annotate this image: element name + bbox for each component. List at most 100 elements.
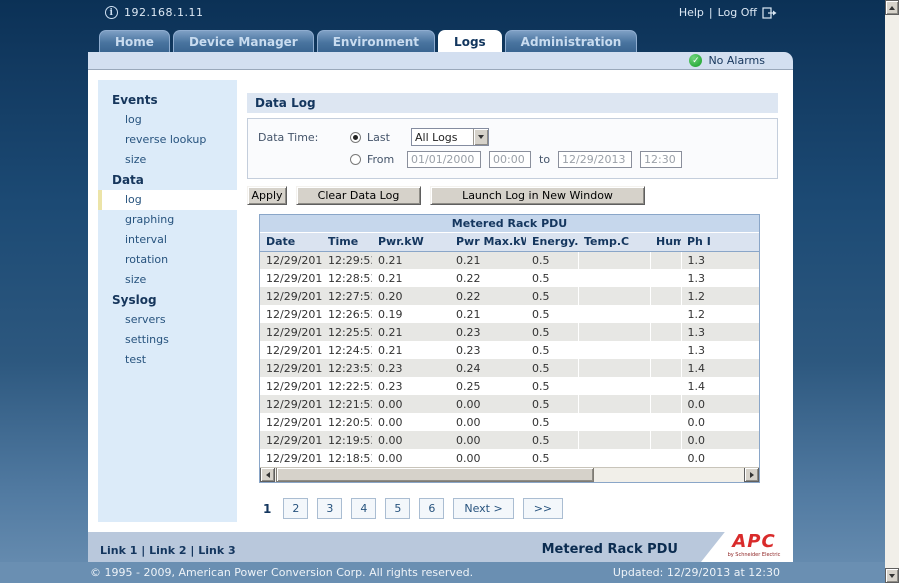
footer-link-1[interactable]: Link 1 — [100, 544, 137, 557]
nav-tab[interactable]: Logs — [438, 30, 502, 52]
nav-tab[interactable]: Administration — [505, 30, 638, 52]
device-ip: 192.168.1.11 — [124, 6, 203, 19]
from-radio[interactable] — [350, 154, 361, 165]
sidebar-item[interactable]: size — [98, 150, 237, 170]
data-time-form: Data Time: Last All Logs From to — [247, 118, 778, 179]
cell-time: 12:25:53 — [322, 323, 372, 341]
cell-pwr-max: 0.25 — [450, 377, 526, 395]
cell-pwr: 0.21 — [372, 251, 450, 269]
horizontal-scroll-thumb[interactable] — [276, 468, 594, 482]
cell-pwr: 0.23 — [372, 377, 450, 395]
table-row: 12/29/2013 12:18:53 0.00 0.00 0.5 0.0 — [260, 449, 759, 467]
from-date-field[interactable] — [407, 151, 481, 168]
top-bar: i 192.168.1.11 Help | Log Off — [0, 0, 885, 30]
cell-date: 12/29/2013 — [260, 341, 322, 359]
table-horizontal-scrollbar[interactable] — [260, 467, 759, 482]
cell-time: 12:21:53 — [322, 395, 372, 413]
table-row: 12/29/2013 12:22:53 0.23 0.25 0.5 1.4 — [260, 377, 759, 395]
nav-tab[interactable]: Home — [99, 30, 170, 52]
cell-phase: 1.3 — [681, 251, 759, 269]
copyright-text: © 1995 - 2009, American Power Conversion… — [90, 566, 473, 579]
sidebar-item[interactable]: test — [98, 350, 237, 370]
cell-date: 12/29/2013 — [260, 413, 322, 431]
table-banner: Metered Rack PDU — [260, 215, 759, 233]
cell-date: 12/29/2013 — [260, 269, 322, 287]
next-page-button[interactable]: Next > — [453, 498, 513, 519]
footer-links: Link 1 | Link 2 | Link 3 — [100, 544, 236, 557]
alarm-status-band: ✓ No Alarms — [88, 52, 793, 70]
cell-date: 12/29/2013 — [260, 395, 322, 413]
page-button[interactable]: 3 — [317, 498, 342, 519]
cell-energy: 0.5 — [526, 449, 578, 467]
page-button[interactable]: 5 — [385, 498, 410, 519]
cell-date: 12/29/2013 — [260, 251, 322, 269]
cell-date: 12/29/2013 — [260, 305, 322, 323]
cell-temp — [578, 449, 650, 467]
cell-phase: 1.2 — [681, 305, 759, 323]
footer-link-2[interactable]: Link 2 — [149, 544, 186, 557]
sidebar-item[interactable]: log — [98, 190, 237, 210]
logoff-link[interactable]: Log Off — [718, 6, 757, 19]
table-row: 12/29/2013 12:28:53 0.21 0.22 0.5 1.3 — [260, 269, 759, 287]
sidebar-section-syslog: Syslog — [98, 290, 237, 310]
to-time-field[interactable] — [640, 151, 682, 168]
session-links: Help | Log Off — [679, 6, 777, 19]
footer-link-3[interactable]: Link 3 — [198, 544, 235, 557]
clear-data-log-button[interactable]: Clear Data Log — [296, 186, 421, 205]
cell-phase: 0.0 — [681, 431, 759, 449]
sidebar-item[interactable]: reverse lookup — [98, 130, 237, 150]
sidebar-item[interactable]: log — [98, 110, 237, 130]
sidebar: Events logreverse lookupsize Data loggra… — [98, 80, 237, 522]
from-time-field[interactable] — [489, 151, 531, 168]
cell-phase: 1.4 — [681, 377, 759, 395]
current-page: 1 — [260, 502, 274, 516]
chevron-down-icon[interactable] — [473, 129, 488, 145]
cell-time: 12:28:53 — [322, 269, 372, 287]
page-vertical-scrollbar[interactable] — [885, 0, 899, 583]
last-radio[interactable] — [350, 132, 361, 143]
sidebar-item[interactable]: interval — [98, 230, 237, 250]
scroll-down-icon[interactable] — [885, 568, 899, 583]
sidebar-item[interactable]: graphing — [98, 210, 237, 230]
scroll-up-icon[interactable] — [885, 0, 899, 15]
from-radio-label: From — [367, 153, 407, 166]
last-page-button[interactable]: >> — [523, 498, 563, 519]
apply-button[interactable]: Apply — [247, 186, 287, 205]
launch-log-button[interactable]: Launch Log in New Window — [430, 186, 645, 205]
time-range-select[interactable]: All Logs — [411, 128, 489, 146]
nav-tab[interactable]: Device Manager — [173, 30, 314, 52]
scroll-left-icon[interactable] — [260, 468, 275, 482]
cell-temp — [578, 251, 650, 269]
cell-pwr-max: 0.00 — [450, 395, 526, 413]
page-button[interactable]: 4 — [351, 498, 376, 519]
table-row: 12/29/2013 12:27:53 0.20 0.22 0.5 1.2 — [260, 287, 759, 305]
cell-pwr-max: 0.00 — [450, 449, 526, 467]
cell-energy: 0.5 — [526, 305, 578, 323]
help-link[interactable]: Help — [679, 6, 704, 19]
page-button[interactable]: 2 — [283, 498, 308, 519]
data-time-label: Data Time: — [258, 131, 350, 144]
column-header: Hum.%RH — [650, 233, 681, 251]
last-radio-label: Last — [367, 131, 407, 144]
column-header: Energy.kWh — [526, 233, 578, 251]
apc-logo-subtext: by Schneider Electric — [728, 552, 781, 558]
logoff-icon[interactable] — [762, 7, 777, 19]
table-row: 12/29/2013 12:25:53 0.21 0.23 0.5 1.3 — [260, 323, 759, 341]
cell-temp — [578, 305, 650, 323]
nav-tab[interactable]: Environment — [317, 30, 435, 52]
table-header-row: DateTimePwr.kWPwr Max.kWEnergy.kWhTemp.C… — [260, 233, 759, 251]
sidebar-item[interactable]: rotation — [98, 250, 237, 270]
cell-phase: 1.3 — [681, 269, 759, 287]
sidebar-item[interactable]: settings — [98, 330, 237, 350]
to-date-field[interactable] — [558, 151, 632, 168]
scroll-right-icon[interactable] — [744, 468, 759, 482]
sidebar-item[interactable]: servers — [98, 310, 237, 330]
cell-temp — [578, 413, 650, 431]
cell-pwr-max: 0.00 — [450, 431, 526, 449]
cell-humidity — [650, 323, 681, 341]
page-button[interactable]: 6 — [419, 498, 444, 519]
cell-energy: 0.5 — [526, 395, 578, 413]
cell-time: 12:20:53 — [322, 413, 372, 431]
sidebar-item[interactable]: size — [98, 270, 237, 290]
table-row: 12/29/2013 12:23:53 0.23 0.24 0.5 1.4 — [260, 359, 759, 377]
